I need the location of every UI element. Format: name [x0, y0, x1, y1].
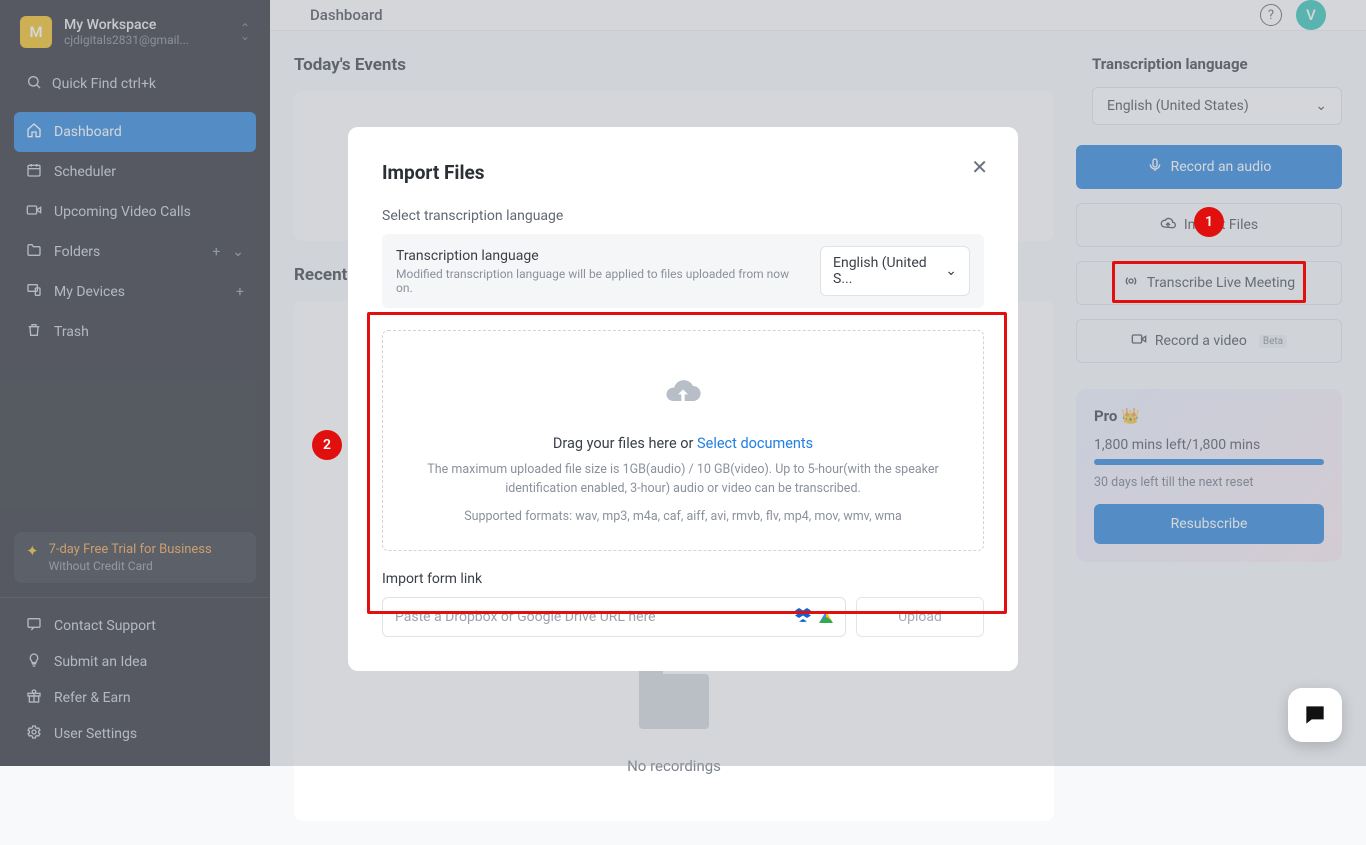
modal-lang-note: Modified transcription language will be …: [396, 267, 804, 295]
dropbox-icon: [795, 608, 811, 626]
cloud-upload-icon: [401, 371, 965, 421]
chat-fab[interactable]: [1288, 688, 1342, 742]
import-link-label: Import form link: [382, 571, 984, 587]
import-modal: Import Files ✕ Select transcription lang…: [348, 127, 1018, 671]
chevron-down-icon: ⌄: [945, 263, 957, 279]
upload-button[interactable]: Upload: [856, 597, 984, 637]
drop-note-1: The maximum uploaded file size is 1GB(au…: [401, 460, 965, 499]
modal-subtitle: Select transcription language: [382, 208, 984, 224]
drag-text: Drag your files here or Select documents: [401, 435, 965, 452]
drop-area[interactable]: Drag your files here or Select documents…: [382, 330, 984, 551]
gdrive-icon: [819, 611, 833, 623]
drop-note-2: Supported formats: wav, mp3, m4a, caf, a…: [401, 507, 965, 526]
modal-lang-row: Transcription language Modified transcri…: [382, 234, 984, 308]
modal-lang-select[interactable]: English (United S... ⌄: [820, 246, 970, 296]
select-documents-link[interactable]: Select documents: [697, 435, 813, 452]
link-input-wrap: [382, 597, 846, 637]
modal-title: Import Files: [382, 161, 984, 184]
link-input[interactable]: [395, 609, 787, 625]
close-icon[interactable]: ✕: [971, 155, 988, 179]
modal-lang-value: English (United S...: [833, 255, 937, 287]
modal-lang-title: Transcription language: [396, 248, 804, 264]
